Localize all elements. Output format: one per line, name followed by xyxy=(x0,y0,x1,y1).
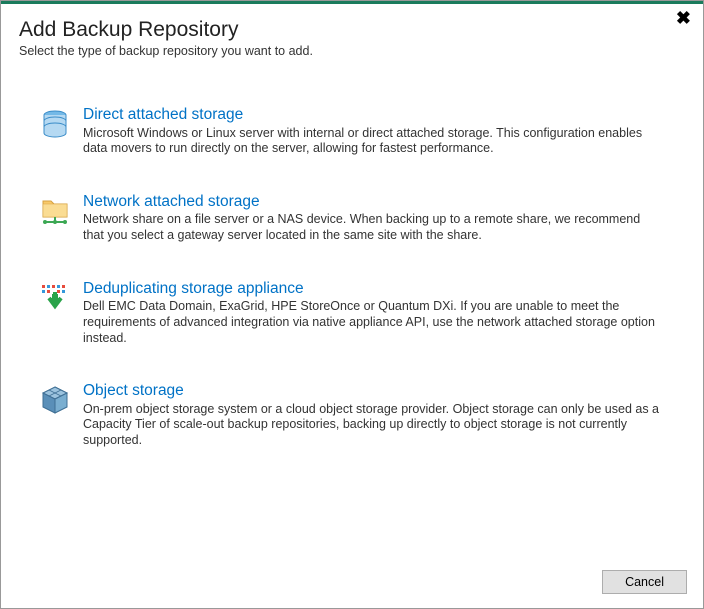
option-text: Deduplicating storage appliance Dell EMC… xyxy=(83,280,673,346)
option-title: Network attached storage xyxy=(83,193,663,212)
network-folder-icon xyxy=(39,195,71,227)
options-list: Direct attached storage Microsoft Window… xyxy=(1,66,703,495)
option-direct-attached-storage[interactable]: Direct attached storage Microsoft Window… xyxy=(39,106,673,157)
option-desc: Microsoft Windows or Linux server with i… xyxy=(83,126,663,157)
option-text: Network attached storage Network share o… xyxy=(83,193,673,244)
cube-icon xyxy=(39,384,71,416)
disk-stack-icon xyxy=(39,108,71,140)
option-title: Object storage xyxy=(83,382,663,401)
close-button[interactable]: ✖ xyxy=(676,9,691,27)
option-object-storage[interactable]: Object storage On-prem object storage sy… xyxy=(39,382,673,448)
dialog-footer: Cancel xyxy=(602,570,687,594)
dialog-title: Add Backup Repository xyxy=(19,18,685,42)
cancel-button[interactable]: Cancel xyxy=(602,570,687,594)
option-deduplicating-appliance[interactable]: Deduplicating storage appliance Dell EMC… xyxy=(39,280,673,346)
option-desc: Dell EMC Data Domain, ExaGrid, HPE Store… xyxy=(83,299,663,346)
dialog-subtitle: Select the type of backup repository you… xyxy=(19,44,685,58)
dedup-icon xyxy=(39,282,71,314)
option-text: Object storage On-prem object storage sy… xyxy=(83,382,673,448)
option-desc: On-prem object storage system or a cloud… xyxy=(83,402,663,449)
option-desc: Network share on a file server or a NAS … xyxy=(83,212,663,243)
option-network-attached-storage[interactable]: Network attached storage Network share o… xyxy=(39,193,673,244)
option-text: Direct attached storage Microsoft Window… xyxy=(83,106,673,157)
option-title: Direct attached storage xyxy=(83,106,663,125)
option-title: Deduplicating storage appliance xyxy=(83,280,663,299)
dialog-header: Add Backup Repository Select the type of… xyxy=(1,4,703,66)
